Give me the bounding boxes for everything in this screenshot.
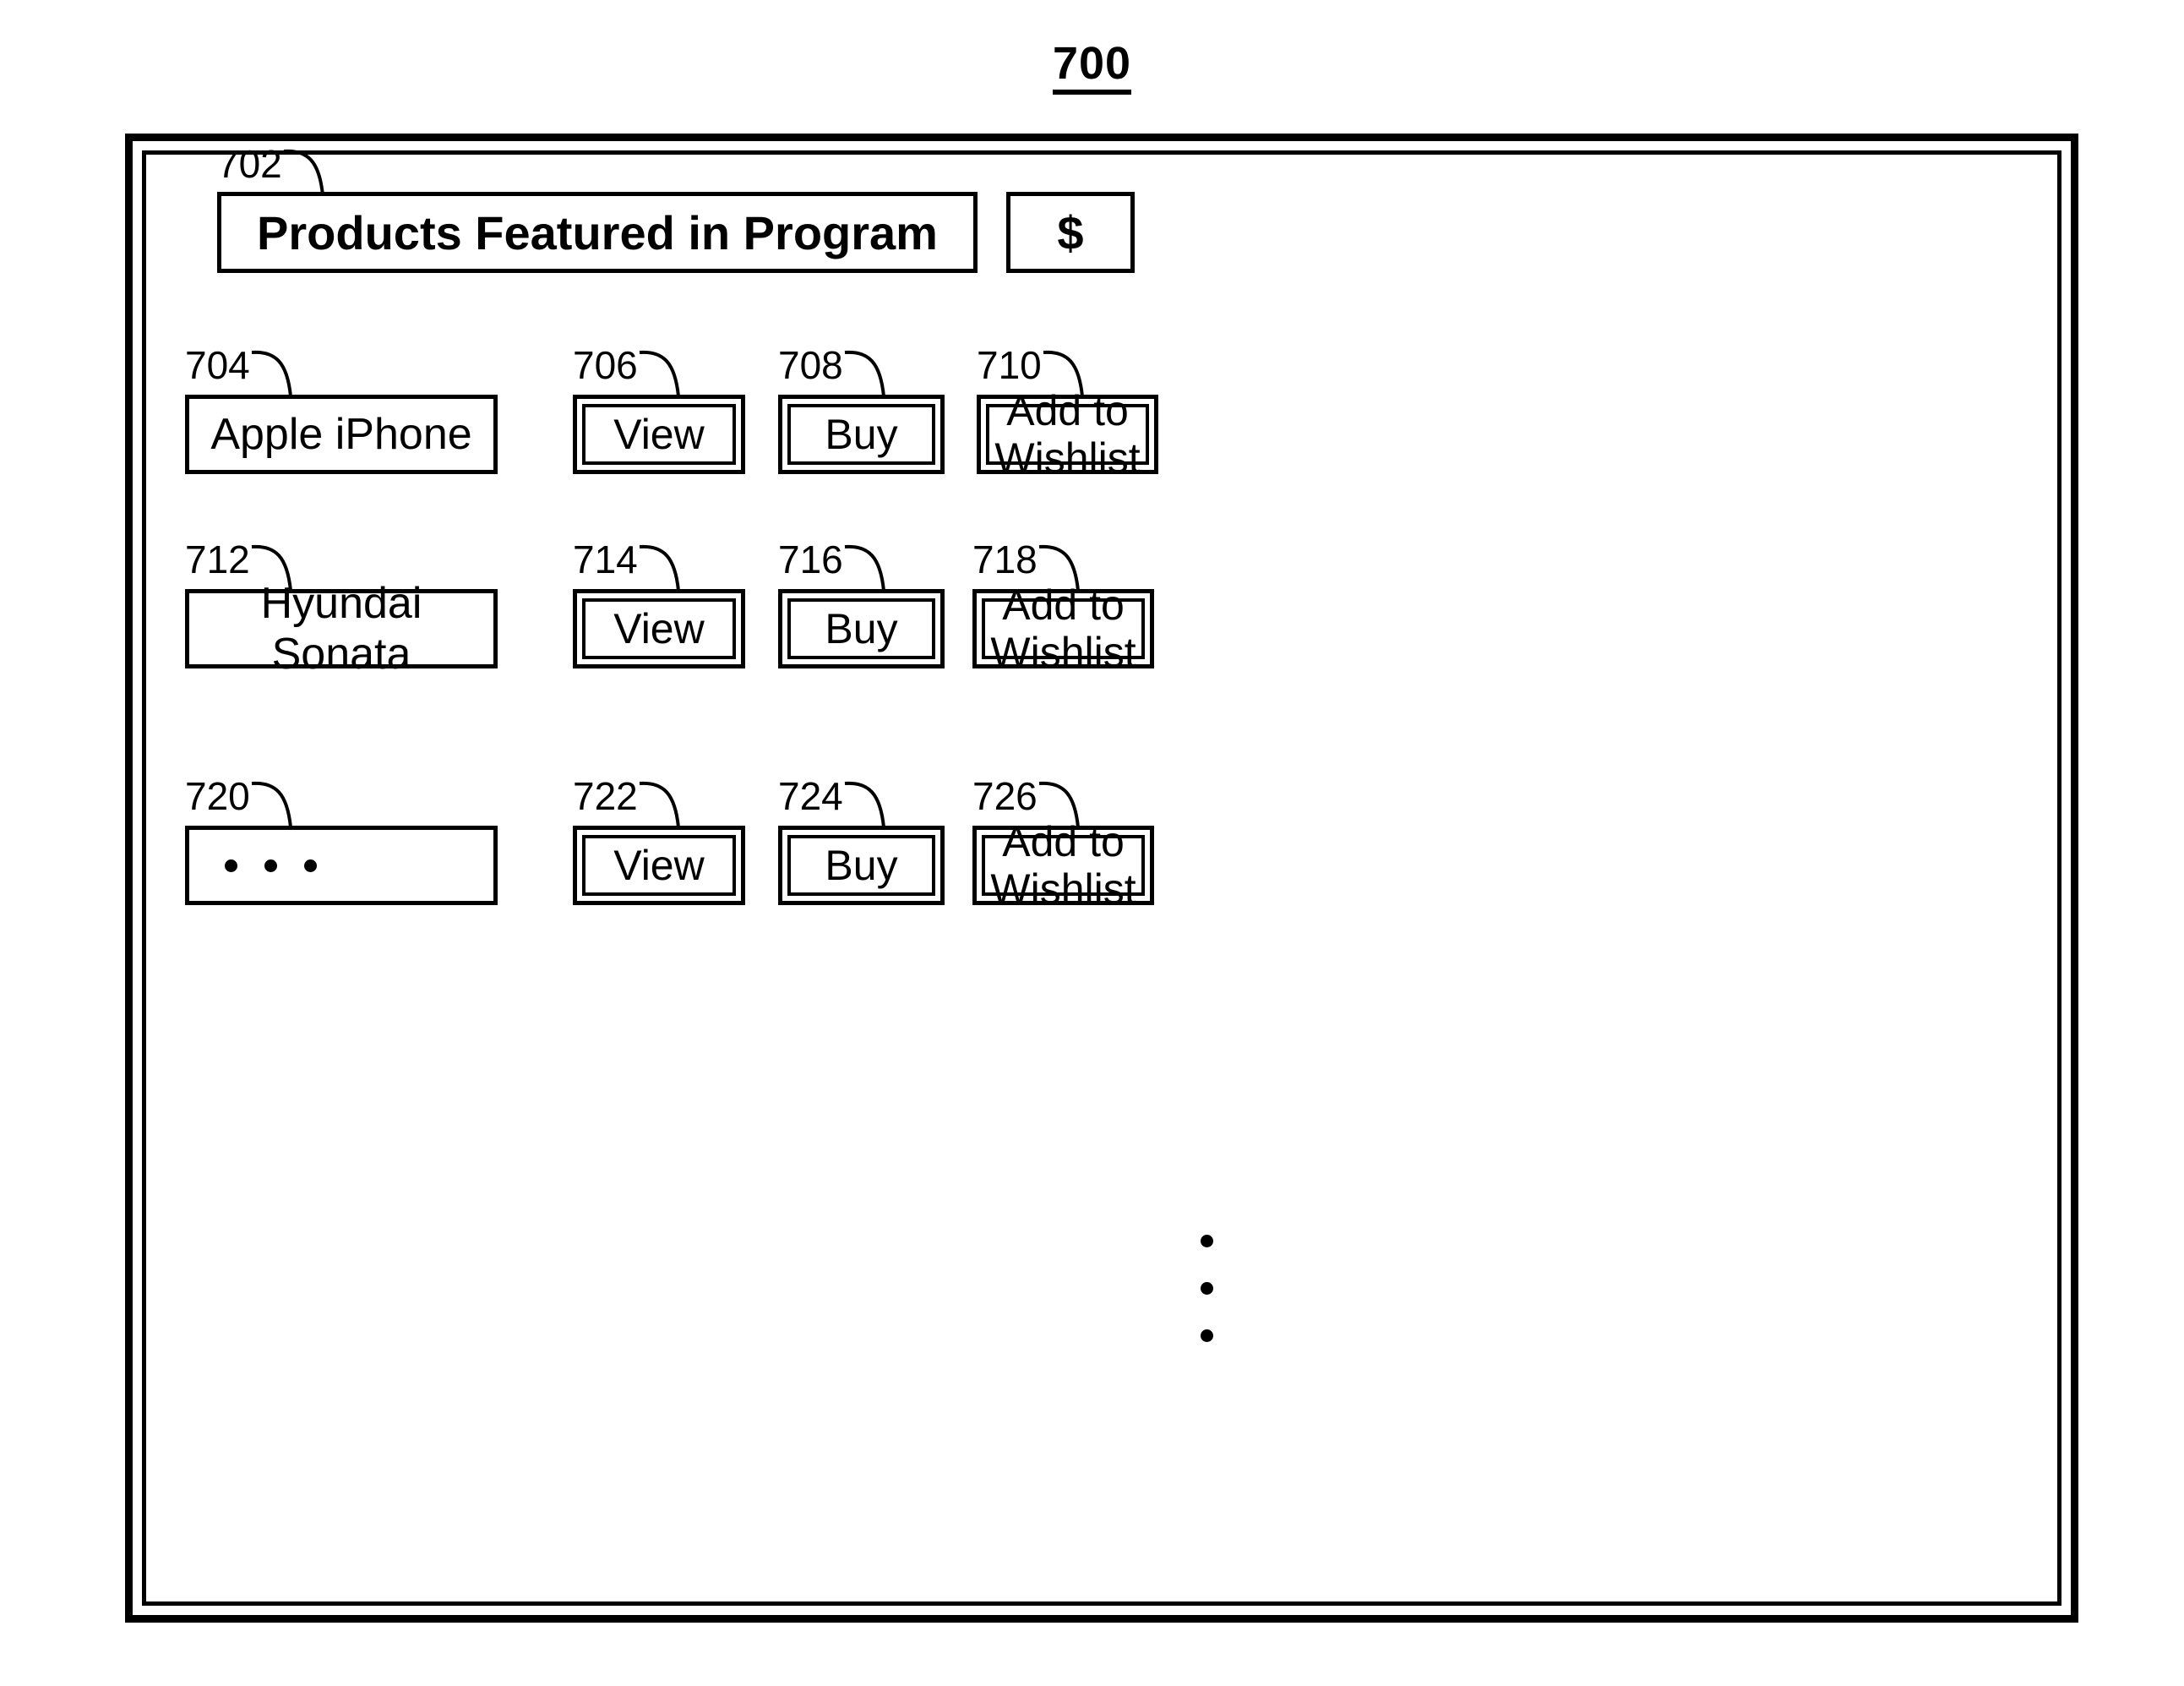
callout-720: 720	[185, 774, 292, 828]
currency-button[interactable]: $	[1006, 192, 1135, 273]
callout-714-text: 714	[573, 537, 638, 581]
callout-708: 708	[778, 343, 885, 397]
add-to-wishlist-button-label: Add to Wishlist	[990, 818, 1136, 913]
callout-710-text: 710	[977, 343, 1042, 387]
callout-726: 726	[972, 774, 1080, 828]
product-name-box-3	[185, 826, 498, 905]
callout-720-text: 720	[185, 774, 250, 818]
callout-726-text: 726	[972, 774, 1038, 818]
leader-line-icon	[250, 778, 309, 831]
dollar-sign-icon: $	[1057, 205, 1084, 259]
leader-line-icon	[282, 146, 341, 199]
product-name-box-1: Apple iPhone	[185, 395, 498, 474]
dot	[225, 859, 237, 872]
view-button-2[interactable]: View	[573, 589, 745, 668]
callout-718-text: 718	[972, 537, 1038, 581]
callout-724-text: 724	[778, 774, 843, 818]
header-title-box: Products Featured in Program	[217, 192, 978, 273]
view-button-3[interactable]: View	[573, 826, 745, 905]
callout-718: 718	[972, 537, 1080, 592]
horizontal-ellipsis-icon	[225, 859, 317, 872]
view-button-1[interactable]: View	[573, 395, 745, 474]
leader-line-icon	[250, 347, 309, 400]
callout-722: 722	[573, 774, 680, 828]
page-title: Products Featured in Program	[257, 205, 938, 259]
dot	[264, 859, 277, 872]
vertical-ellipsis-icon	[1201, 1235, 1213, 1342]
product-name-label: Apple iPhone	[210, 410, 472, 459]
leader-line-icon	[843, 778, 902, 831]
callout-712: 712	[185, 537, 292, 592]
buy-button-label: Buy	[825, 842, 898, 889]
callout-704-text: 704	[185, 343, 250, 387]
buy-button-1[interactable]: Buy	[778, 395, 945, 474]
product-name-box-2: Hyundai Sonata	[185, 579, 498, 679]
leader-line-icon	[843, 347, 902, 400]
add-to-wishlist-button-label: Add to Wishlist	[990, 581, 1136, 676]
leader-line-icon	[638, 542, 697, 594]
view-button-label: View	[613, 605, 705, 652]
buy-button-2[interactable]: Buy	[778, 589, 945, 668]
callout-712-text: 712	[185, 537, 250, 581]
callout-706: 706	[573, 343, 680, 397]
view-button-label: View	[613, 411, 705, 458]
dot	[1201, 1329, 1213, 1342]
callout-722-text: 722	[573, 774, 638, 818]
callout-706-text: 706	[573, 343, 638, 387]
add-to-wishlist-button-label: Add to Wishlist	[994, 387, 1141, 482]
callout-702: 702	[217, 142, 324, 196]
dot	[304, 859, 317, 872]
callout-702-text: 702	[217, 142, 282, 186]
screen-outer-frame: 702 Products Featured in Program $ 704 A…	[125, 134, 2078, 1623]
screen-inner-frame: 702 Products Featured in Program $ 704 A…	[142, 145, 2061, 1606]
callout-724: 724	[778, 774, 885, 828]
figure-number: 700	[0, 37, 2184, 95]
leader-line-icon	[638, 347, 697, 400]
buy-button-label: Buy	[825, 605, 898, 652]
leader-line-icon	[638, 778, 697, 831]
dot	[1201, 1282, 1213, 1295]
callout-716-text: 716	[778, 537, 843, 581]
callout-710: 710	[977, 343, 1084, 397]
callout-716: 716	[778, 537, 885, 592]
buy-button-label: Buy	[825, 411, 898, 458]
dot	[1201, 1235, 1213, 1247]
leader-line-icon	[843, 542, 902, 594]
callout-704: 704	[185, 343, 292, 397]
add-to-wishlist-button-2[interactable]: Add to Wishlist	[972, 581, 1154, 676]
callout-708-text: 708	[778, 343, 843, 387]
callout-714: 714	[573, 537, 680, 592]
product-name-label: Hyundai Sonata	[260, 579, 422, 679]
buy-button-3[interactable]: Buy	[778, 826, 945, 905]
view-button-label: View	[613, 842, 705, 889]
figure-number-text: 700	[1052, 40, 1132, 95]
add-to-wishlist-button-1[interactable]: Add to Wishlist	[977, 387, 1158, 482]
add-to-wishlist-button-3[interactable]: Add to Wishlist	[972, 818, 1154, 913]
